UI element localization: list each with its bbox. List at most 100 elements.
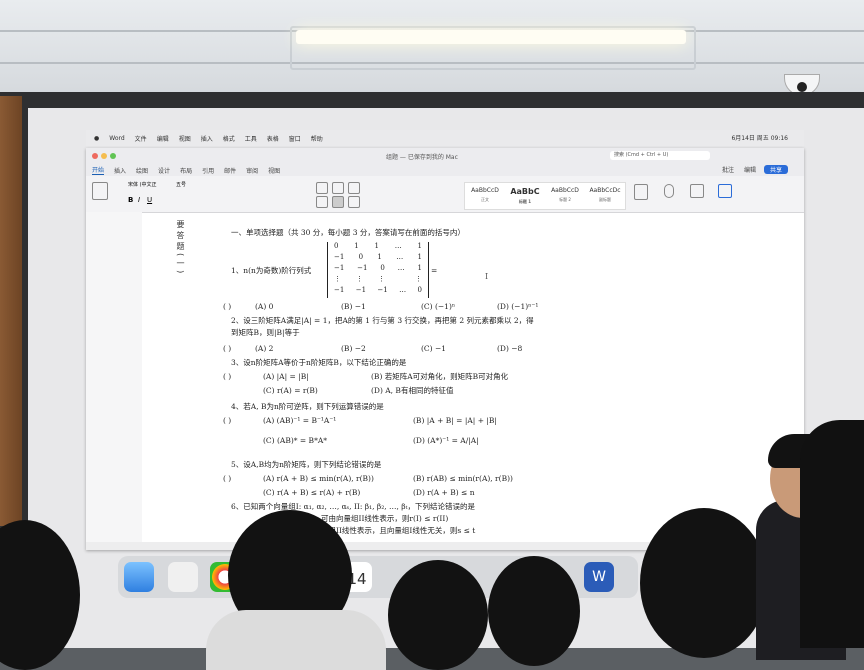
tab-design[interactable]: 设计 bbox=[158, 166, 170, 175]
underline-icon[interactable]: U bbox=[147, 196, 152, 204]
answer-bracket[interactable]: ( ) bbox=[223, 302, 231, 311]
matrix-cell: 1 bbox=[417, 264, 422, 272]
answer-bracket[interactable]: ( ) bbox=[223, 416, 231, 425]
matrix-cell: −1 bbox=[334, 253, 345, 261]
designer-icon[interactable] bbox=[718, 184, 732, 198]
word-icon[interactable]: W bbox=[584, 562, 614, 592]
tab-references[interactable]: 引用 bbox=[202, 166, 214, 175]
matrix-cell: 1 bbox=[377, 253, 382, 261]
tab-insert[interactable]: 插入 bbox=[114, 166, 126, 175]
question-2-line2: 到矩阵B，则|B|等于 bbox=[231, 328, 300, 337]
menu-tools[interactable]: 工具 bbox=[245, 134, 257, 143]
dictate-icon[interactable] bbox=[664, 184, 674, 198]
close-button[interactable] bbox=[92, 153, 98, 159]
editing-button[interactable]: 编辑 bbox=[744, 165, 756, 174]
menu-insert[interactable]: 插入 bbox=[201, 134, 213, 143]
q3-option-c: (C) r(A) = r(B) bbox=[263, 386, 318, 395]
bullets-icon[interactable] bbox=[316, 182, 328, 194]
ribbon-tabs: 开始 插入 绘图 设计 布局 引用 邮件 审阅 视图 批注 编辑 共享 bbox=[86, 164, 804, 176]
style-sample: AaBbCcD bbox=[551, 187, 579, 194]
style-sample: AaBbCcDc bbox=[589, 187, 621, 194]
align-left-icon[interactable] bbox=[316, 196, 328, 208]
menu-app[interactable]: Word bbox=[109, 135, 124, 142]
text-cursor-icon: I bbox=[485, 272, 489, 281]
style-sample: AaBbCcD bbox=[471, 187, 499, 194]
q5-option-c: (C) r(A + B) ≤ r(A) + r(B) bbox=[263, 488, 361, 497]
apple-icon[interactable]: ● bbox=[94, 135, 99, 142]
q5-option-b: (B) r(AB) ≤ min(r(A), r(B)) bbox=[413, 474, 513, 483]
minimize-button[interactable] bbox=[101, 153, 107, 159]
matrix-row: −1 0 1 … 1 bbox=[328, 253, 428, 264]
search-input[interactable]: 搜索 (Cmd + Ctrl + U) bbox=[610, 151, 710, 160]
menu-file[interactable]: 文件 bbox=[135, 134, 147, 143]
menu-help[interactable]: 帮助 bbox=[311, 134, 323, 143]
align-center-icon[interactable] bbox=[332, 196, 344, 208]
side-label: 要答题(一) bbox=[176, 220, 185, 277]
ceiling bbox=[0, 0, 864, 96]
font-name-select[interactable]: 宋体 (中文正 bbox=[128, 181, 157, 188]
section-heading: 一、单项选择题（共 30 分，每小题 3 分，答案请写在前面的括号内） bbox=[231, 228, 465, 237]
tab-layout[interactable]: 布局 bbox=[180, 166, 192, 175]
question-3: 3、设n阶矩阵A等价于n阶矩阵B，以下结论正确的是 bbox=[231, 358, 407, 367]
style-name: 标题 1 bbox=[518, 199, 532, 204]
matrix-row: −1 −1 −1 … 0 bbox=[328, 286, 428, 297]
zoom-button[interactable] bbox=[110, 153, 116, 159]
q4-option-a: (A) (AB)⁻¹ = B⁻¹A⁻¹ bbox=[263, 416, 337, 425]
font-size-select[interactable]: 五号 bbox=[176, 181, 186, 188]
share-button[interactable]: 共享 bbox=[763, 165, 788, 174]
comments-button[interactable]: 批注 bbox=[722, 165, 734, 174]
tab-view[interactable]: 视图 bbox=[268, 166, 280, 175]
tab-draw[interactable]: 绘图 bbox=[136, 166, 148, 175]
menu-view[interactable]: 视图 bbox=[179, 134, 191, 143]
matrix-cell: 0 bbox=[417, 286, 422, 294]
addins-icon[interactable] bbox=[690, 184, 704, 198]
matrix-cell: 1 bbox=[374, 242, 379, 250]
matrix-cell: −1 bbox=[334, 286, 345, 294]
audience-shirt bbox=[206, 610, 386, 670]
bold-icon[interactable]: B bbox=[128, 196, 133, 204]
audience-head bbox=[488, 556, 580, 666]
style-name: 正文 bbox=[481, 197, 489, 202]
equals-sign: = bbox=[431, 266, 438, 275]
matrix-cell: … bbox=[397, 264, 405, 272]
tab-review[interactable]: 审阅 bbox=[246, 166, 258, 175]
menu-edit[interactable]: 编辑 bbox=[157, 134, 169, 143]
tab-home[interactable]: 开始 bbox=[92, 165, 105, 175]
style-heading1[interactable]: AaBbC 标题 1 bbox=[505, 183, 545, 209]
matrix-cell: 0 bbox=[380, 264, 385, 272]
menu-format[interactable]: 格式 bbox=[223, 134, 235, 143]
indent-icon[interactable] bbox=[348, 182, 360, 194]
menu-table[interactable]: 表格 bbox=[267, 134, 279, 143]
matrix-cell: 1 bbox=[417, 253, 422, 261]
question-5: 5、设A,B均为n阶矩阵，则下列结论错误的是 bbox=[231, 460, 382, 469]
answer-bracket[interactable]: ( ) bbox=[223, 344, 231, 353]
tab-mailings[interactable]: 邮件 bbox=[224, 166, 236, 175]
numbering-icon[interactable] bbox=[332, 182, 344, 194]
menu-window[interactable]: 窗口 bbox=[289, 134, 301, 143]
matrix-cell: 1 bbox=[354, 242, 359, 250]
paste-icon[interactable] bbox=[92, 182, 108, 200]
style-normal[interactable]: AaBbCcD 正文 bbox=[465, 183, 505, 209]
align-right-icon[interactable] bbox=[348, 196, 360, 208]
q3-option-a: (A) |A| = |B| bbox=[263, 372, 309, 381]
answer-bracket[interactable]: ( ) bbox=[223, 372, 231, 381]
audience-head bbox=[388, 560, 488, 670]
q4-option-c: (C) (AB)* = B*A* bbox=[263, 436, 327, 445]
styles-pane-icon[interactable] bbox=[634, 184, 648, 200]
menubar-clock[interactable]: 6月14日 周五 09:16 bbox=[731, 133, 788, 142]
matrix-cell: … bbox=[394, 242, 402, 250]
q1-option-c: (C) (−1)ⁿ bbox=[421, 302, 456, 311]
italic-icon[interactable]: I bbox=[138, 196, 140, 204]
matrix-cell: ⋮ bbox=[378, 275, 385, 283]
document-title: 组题 — 已保存到我的 Mac bbox=[386, 154, 458, 161]
launchpad-icon[interactable] bbox=[168, 562, 198, 592]
finder-icon[interactable] bbox=[124, 562, 154, 592]
answer-bracket[interactable]: ( ) bbox=[223, 474, 231, 483]
matrix-cell: ⋮ bbox=[334, 275, 341, 283]
q2-option-b: (B) −2 bbox=[341, 344, 366, 353]
foreground-person bbox=[800, 420, 864, 648]
style-heading2[interactable]: AaBbCcD 标题 2 bbox=[545, 183, 585, 209]
style-subtitle[interactable]: AaBbCcDc 副标题 bbox=[585, 183, 625, 209]
matrix-cell: −1 bbox=[355, 286, 367, 294]
question-6-line3: 量组II线性表示，且向量组I线性无关，则s ≤ t bbox=[321, 526, 476, 535]
